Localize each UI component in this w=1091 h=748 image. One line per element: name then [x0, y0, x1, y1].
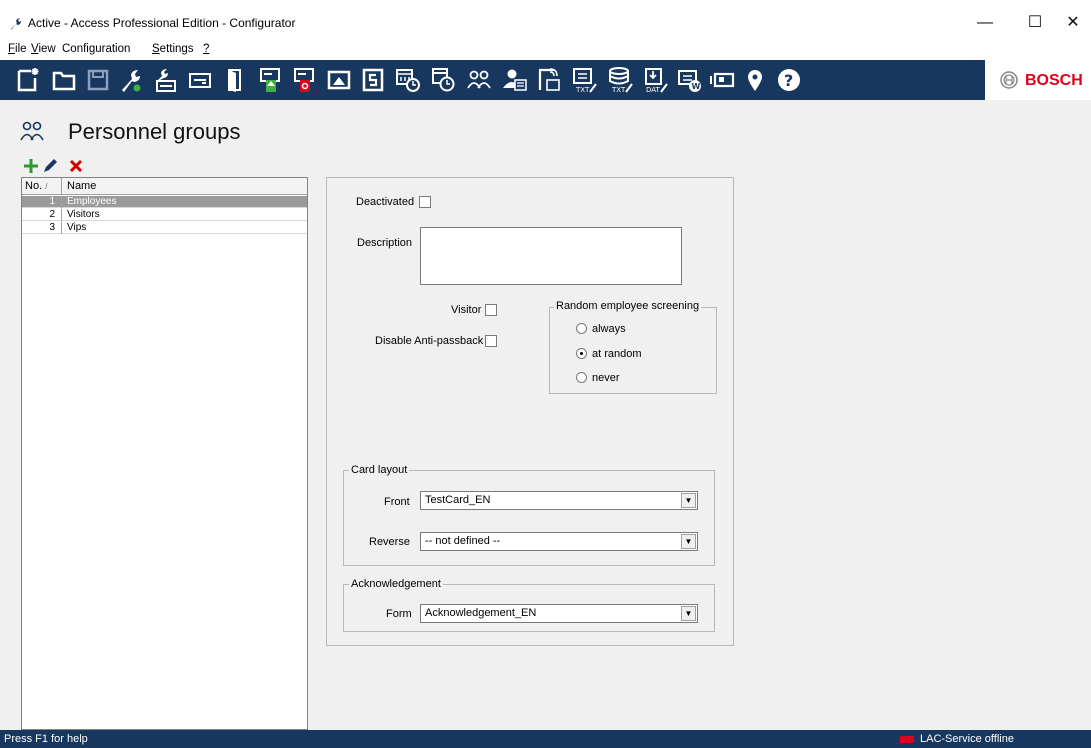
disable-anti-passback-checkbox[interactable] — [485, 335, 497, 347]
list-item[interactable]: 3 Vips — [22, 222, 307, 234]
radio-at-random-label: at random — [592, 348, 642, 360]
wrench-icon[interactable] — [117, 66, 145, 94]
list-item[interactable]: 1 Employees — [22, 196, 307, 208]
add-icon[interactable] — [22, 157, 40, 175]
personnel-groups-icon[interactable] — [465, 66, 493, 94]
deactivated-label: Deactivated — [356, 196, 415, 208]
front-label: Front — [384, 496, 410, 508]
radio-at-random[interactable] — [576, 348, 587, 359]
front-select[interactable]: TestCard_EN ▼ — [420, 491, 698, 510]
card-layout-title: Card layout — [349, 464, 410, 476]
chevron-down-icon[interactable]: ▼ — [681, 606, 696, 621]
badge-icon[interactable] — [535, 66, 563, 94]
personnel-group-list[interactable]: No. / Name 1 Employees 2 Visitors 3 Vips — [21, 177, 308, 730]
devices-icon[interactable] — [151, 66, 179, 94]
visitor-label: Visitor — [451, 304, 482, 316]
app-wrench-icon — [8, 16, 24, 32]
minimize-button[interactable]: — — [962, 10, 1008, 36]
svg-text:?: ? — [784, 71, 793, 90]
status-help-text: Press F1 for help — [4, 733, 88, 745]
menu-settings[interactable]: Settings — [152, 43, 194, 55]
list-item[interactable]: 2 Visitors — [22, 209, 307, 221]
acknowledgement-title: Acknowledgement — [349, 578, 443, 590]
svg-text:TXT: TXT — [611, 86, 626, 94]
title-bar: Active - Access Professional Edition - C… — [0, 0, 1091, 40]
disable-anti-passback-label: Disable Anti-passback — [375, 335, 484, 347]
status-bar: Press F1 for help LAC-Service offline — [0, 730, 1091, 748]
reverse-label: Reverse — [369, 536, 410, 548]
column-header-name[interactable]: Name — [63, 178, 307, 195]
personnel-groups-icon — [20, 121, 44, 141]
random-screening-title: Random employee screening — [554, 300, 702, 312]
area-icon[interactable] — [325, 66, 353, 94]
svg-text:W: W — [692, 82, 701, 91]
deactivated-checkbox[interactable] — [419, 196, 431, 208]
help-icon[interactable]: ? — [775, 66, 803, 94]
exit-icon[interactable] — [290, 66, 318, 94]
column-header-no[interactable]: No. / — [22, 178, 62, 195]
list-header: No. / Name — [22, 178, 307, 195]
toolbar: TXT TXT DAT W ? — [0, 60, 1091, 100]
open-folder-icon[interactable] — [50, 66, 78, 94]
map-pin-icon[interactable] — [741, 66, 769, 94]
brand-name: BOSCH — [1025, 72, 1083, 89]
service-status-indicator — [900, 736, 914, 743]
description-label: Description — [357, 237, 413, 249]
new-icon[interactable] — [14, 66, 42, 94]
time-model-icon[interactable] — [394, 66, 422, 94]
edit-pencil-icon[interactable] — [41, 157, 59, 175]
day-model-icon[interactable] — [429, 66, 457, 94]
save-icon[interactable] — [84, 66, 112, 94]
svg-text:DAT: DAT — [646, 86, 661, 94]
service-status-text: LAC-Service offline — [920, 733, 1014, 745]
radio-never-label: never — [592, 372, 620, 384]
bosch-logo-icon — [1000, 71, 1018, 89]
camera-icon[interactable] — [708, 66, 736, 94]
visitor-checkbox[interactable] — [485, 304, 497, 316]
calendar-icon[interactable] — [359, 66, 387, 94]
acknowledgement-form-select[interactable]: Acknowledgement_EN ▼ — [420, 604, 698, 623]
chevron-down-icon[interactable]: ▼ — [681, 534, 696, 549]
radio-always[interactable] — [576, 323, 587, 334]
window-title: Active - Access Professional Edition - C… — [28, 16, 296, 30]
form-label: Form — [386, 608, 412, 620]
radio-never[interactable] — [576, 372, 587, 383]
workstation-icon[interactable]: W — [676, 66, 704, 94]
entrance-icon[interactable] — [256, 66, 284, 94]
svg-text:TXT: TXT — [575, 86, 590, 94]
text-list-icon[interactable]: TXT — [570, 66, 598, 94]
card-layout-group — [343, 470, 715, 566]
close-button[interactable]: ✕ — [1050, 10, 1091, 36]
door-icon[interactable] — [221, 66, 249, 94]
chevron-down-icon[interactable]: ▼ — [681, 493, 696, 508]
menu-configuration[interactable]: Configuration — [62, 43, 130, 55]
description-input[interactable] — [420, 227, 682, 285]
text-database-icon[interactable]: TXT — [606, 66, 634, 94]
radio-always-label: always — [592, 323, 626, 335]
menu-view[interactable]: View — [31, 43, 56, 55]
reverse-select[interactable]: -- not defined -- ▼ — [420, 532, 698, 551]
menu-file[interactable]: File — [8, 43, 27, 55]
delete-icon[interactable] — [67, 157, 85, 175]
page-title: Personnel groups — [68, 119, 241, 144]
menu-help[interactable]: ? — [203, 43, 209, 55]
menu-bar: File View Configuration Settings ? — [0, 40, 1091, 60]
card-reader-icon[interactable] — [186, 66, 214, 94]
data-export-icon[interactable]: DAT — [641, 66, 669, 94]
personnel-icon[interactable] — [500, 66, 528, 94]
